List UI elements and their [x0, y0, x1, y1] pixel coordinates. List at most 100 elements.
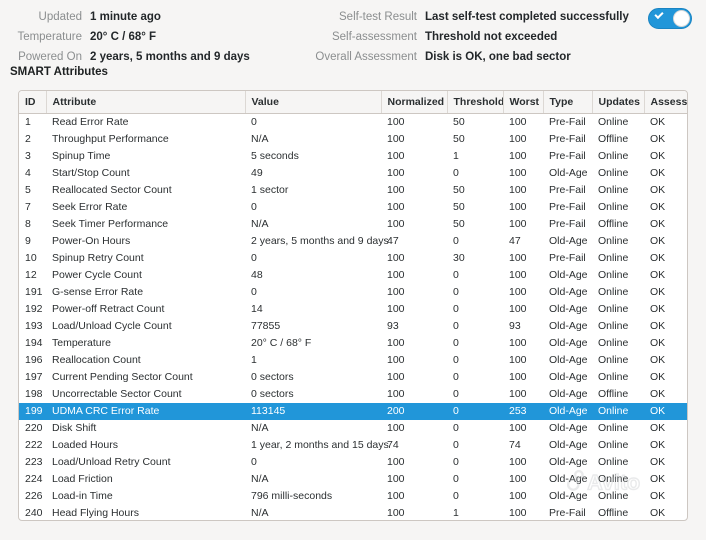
cell-attribute: Seek Timer Performance — [52, 218, 169, 230]
table-row[interactable]: 240 Head Flying Hours N/A 100 1 100 Pre-Fail Of… — [19, 505, 687, 521]
column-header-assessment[interactable]: Assessment — [644, 91, 687, 114]
table-row[interactable]: 197 Current Pending Sector Count 0 sectors… — [19, 369, 687, 386]
cell-value: 0 — [251, 201, 257, 213]
table-row[interactable]: 196 Reallocation Count 1 100 0 100 Old-Age Onli… — [19, 352, 687, 369]
table-row[interactable]: 223 Load/Unload Retry Count 0 100 0 100 Old-Ag… — [19, 454, 687, 471]
cell-threshold: 0 — [453, 303, 459, 315]
cell-attribute: Current Pending Sector Count — [52, 371, 193, 383]
cell-value: 1 — [251, 354, 257, 366]
column-header-worst[interactable]: Worst — [503, 91, 544, 114]
cell-updates: Online — [598, 456, 629, 468]
toggle-knob[interactable] — [673, 10, 690, 27]
table-row[interactable]: 3 Spinup Time 5 seconds 100 1 100 Pre-Fail Onli… — [19, 148, 687, 165]
table-row[interactable]: 191 G-sense Error Rate 0 100 0 100 Old-Age Onli… — [19, 284, 687, 301]
smart-enabled-toggle[interactable] — [648, 8, 692, 29]
cell-assessment: OK — [650, 252, 666, 264]
cell-assessment: OK — [650, 439, 666, 451]
cell-updates: Offline — [598, 388, 629, 400]
cell-worst: 100 — [509, 167, 527, 179]
summary-row-updated: Updated 1 minute ago — [0, 7, 300, 27]
cell-id: 224 — [25, 473, 43, 485]
cell-id: 199 — [19, 402, 46, 420]
cell-type: Pre-Fail — [549, 252, 586, 264]
cell-worst: 93 — [509, 320, 521, 332]
cell-normalized: 47 — [387, 235, 399, 247]
cell-value: N/A — [251, 473, 269, 485]
cell-value: 0 — [251, 116, 257, 129]
column-header-attribute[interactable]: Attribute — [46, 91, 246, 114]
table-row[interactable]: 199 UDMA CRC Error Rate 113145 200 0 253 Old-A… — [19, 402, 687, 420]
table-row[interactable]: 4 Start/Stop Count 49 100 0 100 Old-Age Online O… — [19, 165, 687, 182]
cell-id: 220 — [25, 422, 43, 434]
cell-attribute: Spinup Time — [52, 150, 111, 162]
summary-column-left: Updated 1 minute ago Temperature 20° C /… — [0, 7, 300, 67]
cell-assessment: OK — [650, 388, 666, 400]
cell-type: Old-Age — [549, 303, 588, 315]
cell-attribute: Disk Shift — [52, 422, 97, 434]
table-row[interactable]: 224 Load Friction N/A 100 0 100 Old-Age Online O… — [19, 471, 687, 488]
cell-attribute: Loaded Hours — [52, 439, 118, 451]
table-row[interactable]: 7 Seek Error Rate 0 100 50 100 Pre-Fail Online O… — [19, 199, 687, 216]
cell-id: 191 — [25, 286, 43, 298]
column-header-normalized[interactable]: Normalized — [381, 91, 448, 114]
table-body: 1 Read Error Rate 0 100 50 100 Pre-Fail Online O… — [19, 114, 687, 521]
cell-threshold: 50 — [453, 133, 465, 145]
cell-id: 5 — [25, 184, 31, 196]
table-row[interactable]: 192 Power-off Retract Count 14 100 0 100 Old-A… — [19, 301, 687, 318]
cell-type: Old-Age — [549, 422, 588, 434]
column-header-id[interactable]: ID — [19, 91, 47, 114]
column-header-threshold[interactable]: Threshold — [447, 91, 504, 114]
cell-type: Pre-Fail — [549, 218, 586, 230]
cell-worst: 253 — [503, 402, 543, 420]
cell-normalized: 100 — [387, 422, 405, 434]
summary-label-powered-on: Powered On — [18, 51, 82, 63]
column-header-value[interactable]: Value — [245, 91, 382, 114]
cell-threshold: 0 — [453, 371, 459, 383]
cell-threshold: 0 — [453, 286, 459, 298]
summary-label-self-test-result: Self-test Result — [339, 11, 417, 23]
cell-updates: Online — [598, 354, 629, 366]
cell-type: Old-Age — [549, 286, 588, 298]
cell-type: Pre-Fail — [549, 133, 586, 145]
smart-enabled-toggle-wrapper[interactable] — [648, 8, 692, 29]
cell-id: 196 — [25, 354, 43, 366]
column-header-type[interactable]: Type — [543, 91, 593, 114]
cell-updates: Online — [598, 337, 629, 349]
table-row[interactable]: 220 Disk Shift N/A 100 0 100 Old-Age Online OK — [19, 420, 687, 437]
cell-updates: Online — [598, 235, 629, 247]
cell-id: 226 — [25, 490, 43, 502]
table-row[interactable]: 10 Spinup Retry Count 0 100 30 100 Pre-Fail Onl… — [19, 250, 687, 267]
table-row[interactable]: 9 Power-On Hours 2 years, 5 months and 9 d… — [19, 233, 687, 250]
cell-worst: 100 — [509, 201, 527, 213]
cell-normalized: 100 — [387, 150, 405, 162]
cell-threshold: 0 — [447, 402, 503, 420]
summary-label-updated: Updated — [38, 11, 82, 23]
table-row[interactable]: 198 Uncorrectable Sector Count 0 sectors 10… — [19, 386, 687, 403]
cell-normalized: 100 — [387, 252, 405, 264]
summary-value-overall-assessment: Disk is OK, one bad sector — [425, 51, 571, 63]
cell-attribute: Load Friction — [52, 473, 113, 485]
table-row[interactable]: 2 Throughput Performance N/A 100 50 100 Pre-Fa… — [19, 131, 687, 148]
table-row[interactable]: 226 Load-in Time 796 milli-seconds 100 0 100 O… — [19, 488, 687, 505]
table-row[interactable]: 5 Reallocated Sector Count 1 sector 100 50 10… — [19, 182, 687, 199]
table-row[interactable]: 194 Temperature 20° C / 68° F 100 0 100 Old-Ag… — [19, 335, 687, 352]
cell-normalized: 100 — [387, 490, 405, 502]
table-row[interactable]: 12 Power Cycle Count 48 100 0 100 Old-Age Onlin… — [19, 267, 687, 284]
cell-assessment: OK — [650, 320, 666, 332]
cell-normalized: 100 — [387, 133, 405, 145]
cell-assessment: OK — [650, 184, 666, 196]
table-row[interactable]: 1 Read Error Rate 0 100 50 100 Pre-Fail Online O… — [19, 114, 687, 131]
cell-value: 77855 — [251, 320, 281, 332]
table-row[interactable]: 222 Loaded Hours 1 year, 2 months and 15 d… — [19, 437, 687, 454]
cell-worst: 100 — [509, 286, 527, 298]
cell-id: 240 — [25, 507, 43, 519]
cell-normalized: 100 — [387, 269, 405, 281]
cell-attribute: Load/Unload Cycle Count — [52, 320, 172, 332]
cell-worst: 100 — [509, 354, 527, 366]
column-header-updates[interactable]: Updates — [592, 91, 645, 114]
smart-attributes-table-frame[interactable]: ID Attribute Value Normalized Threshold … — [18, 90, 688, 521]
cell-updates: Online — [598, 490, 629, 502]
table-row[interactable]: 8 Seek Timer Performance N/A 100 50 100 Pre-Fa… — [19, 216, 687, 233]
table-row[interactable]: 193 Load/Unload Cycle Count 77855 93 0 93 Old-… — [19, 318, 687, 335]
cell-assessment: OK — [650, 507, 666, 519]
